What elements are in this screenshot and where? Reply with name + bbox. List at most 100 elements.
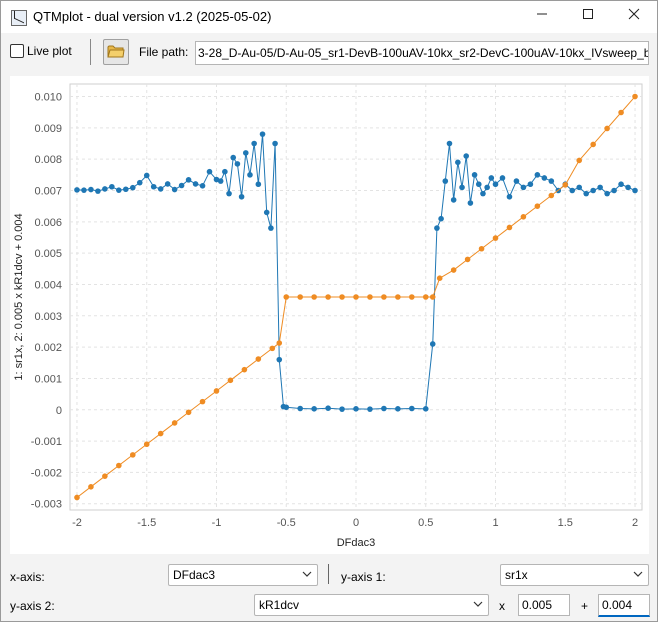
plot-area[interactable]: -2 -1.5 -1 -0.5 0 0.5 1 1.5 2 -0.003 -0.002 -0.001 0… xyxy=(10,76,649,554)
data-point-series-1 xyxy=(520,184,527,191)
file-path-field[interactable]: 3-28_D-Au-05/D-Au-05_sr1-DevB-100uAV-10k… xyxy=(195,41,649,65)
folder-icon xyxy=(107,45,125,58)
x-tick-label: 0.5 xyxy=(418,517,433,529)
data-point-series-1 xyxy=(217,178,224,184)
multiplier-field[interactable]: 0.005 xyxy=(518,594,570,616)
data-point-series-1 xyxy=(268,225,274,231)
data-point-series-2 xyxy=(576,157,583,164)
data-point-series-1 xyxy=(311,406,317,412)
controls-divider xyxy=(328,564,329,584)
data-point-series-1 xyxy=(109,183,115,190)
data-point-series-1 xyxy=(143,172,150,179)
data-point-series-2 xyxy=(276,340,283,346)
data-point-series-1 xyxy=(102,186,108,192)
data-point-series-2 xyxy=(213,388,220,394)
data-point-series-2 xyxy=(74,494,80,501)
y-axis-1-select-value: sr1x xyxy=(505,568,528,582)
data-point-series-2 xyxy=(548,192,555,199)
data-point-series-2 xyxy=(311,294,317,300)
data-point-series-1 xyxy=(471,172,478,178)
data-point-series-2 xyxy=(506,224,513,231)
y-axis-2-select-value: kR1dcv xyxy=(259,598,300,612)
data-point-series-2 xyxy=(464,256,471,263)
data-point-series-1 xyxy=(276,356,283,363)
maximize-icon xyxy=(583,9,593,19)
multiplier-value: 0.005 xyxy=(522,598,553,612)
minimize-button[interactable] xyxy=(519,1,565,33)
chevron-down-icon xyxy=(302,571,312,577)
data-point-series-1 xyxy=(222,168,228,175)
y-axis-2-label: y-axis 2: xyxy=(10,599,55,613)
chevron-down-icon xyxy=(473,601,483,607)
data-point-series-2 xyxy=(395,294,401,300)
data-point-series-1 xyxy=(576,184,583,191)
x-tick-label: 1.5 xyxy=(558,517,573,529)
data-point-series-2 xyxy=(450,267,457,273)
data-point-series-1 xyxy=(506,193,513,200)
data-point-series-2 xyxy=(381,294,387,300)
y-tick-label: -0.003 xyxy=(31,499,62,511)
data-point-series-1 xyxy=(446,140,453,147)
y-tick-label: 0.007 xyxy=(34,186,62,198)
data-point-series-1 xyxy=(185,177,192,183)
window-title: QTMplot - dual version v1.2 (2025-05-02) xyxy=(33,9,272,24)
data-point-series-1 xyxy=(74,187,80,193)
open-file-button[interactable] xyxy=(103,39,129,65)
data-point-series-1 xyxy=(499,175,506,181)
toolbar-divider xyxy=(90,39,91,65)
x-axis-select-value: DFdac3 xyxy=(173,568,216,582)
data-point-series-1 xyxy=(583,190,589,197)
data-point-series-1 xyxy=(116,187,122,193)
y-tick-label: 0.009 xyxy=(34,123,62,135)
app-logo-icon xyxy=(11,10,27,26)
maximize-button[interactable] xyxy=(565,1,611,33)
data-point-series-2 xyxy=(297,294,303,300)
data-point-series-1 xyxy=(569,187,576,194)
data-point-series-1 xyxy=(247,172,253,178)
x-tick-label: -2 xyxy=(72,517,82,529)
x-tick-label: -1.5 xyxy=(137,517,156,529)
data-point-series-1 xyxy=(604,190,610,197)
x-axis-label: x-axis: xyxy=(10,570,45,584)
x-axis-select[interactable]: DFdac3 xyxy=(168,564,318,586)
x-tick-label: 1 xyxy=(492,517,498,529)
data-point-series-2 xyxy=(157,430,164,437)
data-point-series-2 xyxy=(367,294,373,300)
data-point-series-1 xyxy=(255,181,262,188)
file-path-value: 3-28_D-Au-05/D-Au-05_sr1-DevB-100uAV-10k… xyxy=(198,46,649,60)
data-point-series-2 xyxy=(562,182,569,188)
data-point-series-1 xyxy=(88,186,94,193)
data-point-series-2 xyxy=(590,141,596,148)
data-point-series-2 xyxy=(478,245,485,252)
data-point-series-1 xyxy=(548,178,555,184)
data-point-series-1 xyxy=(459,184,465,191)
data-point-series-1 xyxy=(480,190,486,197)
x-axis-title: DFdac3 xyxy=(337,537,376,549)
data-point-series-2 xyxy=(199,398,206,405)
scatter-chart: -2 -1.5 -1 -0.5 0 0.5 1 1.5 2 -0.003 -0.002 -0.001 0… xyxy=(13,83,643,549)
data-point-series-2 xyxy=(227,377,234,384)
live-plot-checkbox[interactable] xyxy=(10,44,24,58)
data-point-series-1 xyxy=(259,131,266,137)
data-point-series-2 xyxy=(185,409,192,416)
x-tick-label: -0.5 xyxy=(277,517,296,529)
data-point-series-1 xyxy=(611,187,617,194)
data-point-series-1 xyxy=(367,406,373,412)
data-point-series-1 xyxy=(164,181,171,187)
y-tick-label: 0.004 xyxy=(34,279,62,291)
data-point-series-2 xyxy=(422,294,429,300)
data-point-series-2 xyxy=(283,294,290,300)
data-point-series-1 xyxy=(381,405,387,412)
data-point-series-2 xyxy=(353,294,359,300)
data-point-series-2 xyxy=(534,203,541,209)
offset-field[interactable]: 0.004 xyxy=(598,594,650,617)
y-axis-1-select[interactable]: sr1x xyxy=(500,564,649,586)
data-point-series-1 xyxy=(206,168,213,175)
y-axis-title: 1: sr1x, 2: 0.005 x kR1dcv + 0.004 xyxy=(13,213,25,380)
y-axis-1-label: y-axis 1: xyxy=(341,570,386,584)
data-point-series-1 xyxy=(199,183,206,189)
y-axis-2-select[interactable]: kR1dcv xyxy=(254,594,489,616)
close-button[interactable] xyxy=(611,1,657,33)
data-point-series-1 xyxy=(297,405,303,412)
app-window: QTMplot - dual version v1.2 (2025-05-02)… xyxy=(0,0,658,622)
